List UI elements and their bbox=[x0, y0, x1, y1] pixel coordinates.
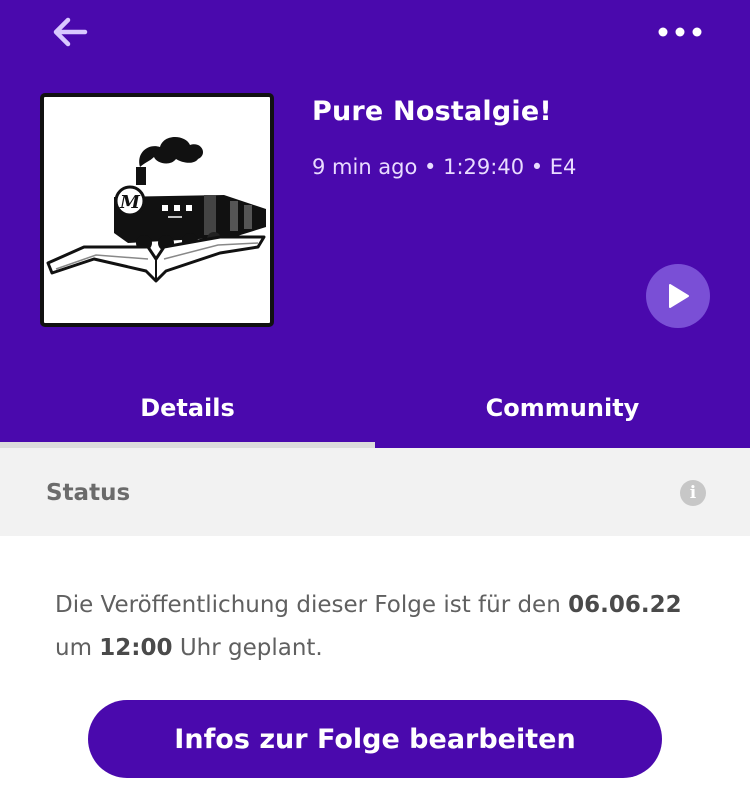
tab-bar: Details Community bbox=[0, 372, 750, 448]
episode-header: M Pure Nostalgie! 9 min ago • 1:29:40 • … bbox=[0, 0, 750, 448]
podcast-cover: M bbox=[40, 93, 274, 327]
info-icon-glyph: i bbox=[689, 483, 697, 503]
desc-prefix: Die Veröffentlichung dieser Folge ist fü… bbox=[55, 592, 561, 618]
play-button[interactable] bbox=[646, 264, 710, 328]
status-section-header: Status bbox=[0, 448, 750, 536]
tab-details[interactable]: Details bbox=[0, 372, 375, 448]
desc-mid: um bbox=[55, 635, 92, 661]
edit-episode-info-button[interactable]: Infos zur Folge bearbeiten bbox=[88, 700, 662, 778]
tab-community[interactable]: Community bbox=[375, 372, 750, 448]
train-on-book-logo: M bbox=[46, 137, 266, 283]
more-horizontal-icon bbox=[658, 27, 702, 37]
release-date: 06.06.22 bbox=[568, 592, 682, 618]
release-time: 12:00 bbox=[99, 635, 173, 661]
cover-logo-letter: M bbox=[119, 192, 141, 213]
arrow-left-icon bbox=[53, 17, 88, 47]
info-icon[interactable]: i bbox=[680, 480, 706, 506]
episode-title: Pure Nostalgie! bbox=[312, 96, 552, 127]
more-options-button[interactable] bbox=[650, 14, 710, 50]
desc-suffix: Uhr geplant. bbox=[179, 635, 323, 661]
episode-meta: 9 min ago • 1:29:40 • E4 bbox=[312, 155, 577, 179]
tab-community-label: Community bbox=[485, 394, 640, 422]
back-button[interactable] bbox=[46, 10, 94, 54]
tab-details-label: Details bbox=[140, 394, 235, 422]
status-label: Status bbox=[46, 480, 131, 506]
scheduled-release-text: Die Veröffentlichung dieser Folge ist fü… bbox=[55, 584, 715, 670]
play-icon bbox=[669, 284, 689, 308]
